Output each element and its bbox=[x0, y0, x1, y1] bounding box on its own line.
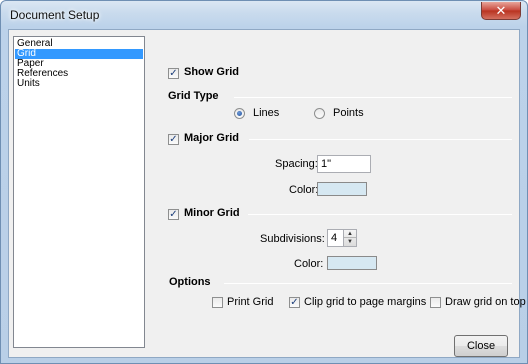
document-setup-dialog: Document Setup ✕ General Grid Paper Refe… bbox=[0, 0, 528, 364]
category-units[interactable]: Units bbox=[15, 79, 143, 89]
lines-radio[interactable] bbox=[234, 108, 245, 119]
spin-up-icon[interactable]: ▲ bbox=[344, 230, 356, 238]
grid-type-divider bbox=[234, 97, 512, 98]
lines-radio-label: Lines bbox=[253, 107, 280, 119]
points-radio-label: Points bbox=[333, 107, 364, 119]
window-title: Document Setup bbox=[10, 8, 100, 22]
minor-color-swatch[interactable] bbox=[327, 256, 377, 270]
window-close-icon[interactable]: ✕ bbox=[481, 2, 521, 20]
show-grid-checkbox[interactable]: ✓ bbox=[168, 68, 179, 79]
options-divider bbox=[224, 283, 512, 284]
title-bar[interactable]: Document Setup ✕ bbox=[1, 1, 527, 29]
grid-type-heading: Grid Type bbox=[168, 90, 219, 102]
minor-grid-checkbox[interactable]: ✓ bbox=[168, 209, 179, 220]
subdivisions-label: Subdivisions: bbox=[260, 233, 325, 245]
print-grid-label: Print Grid bbox=[227, 296, 274, 308]
major-grid-divider bbox=[249, 139, 512, 140]
minor-color-label: Color: bbox=[294, 258, 324, 270]
major-grid-checkbox[interactable]: ✓ bbox=[168, 134, 179, 145]
spacing-input[interactable]: 1" bbox=[317, 155, 371, 173]
minor-grid-divider bbox=[248, 214, 512, 215]
minor-grid-label: Minor Grid bbox=[184, 207, 240, 219]
points-radio[interactable] bbox=[314, 108, 325, 119]
spin-down-icon[interactable]: ▼ bbox=[344, 238, 356, 246]
major-color-label: Color: bbox=[289, 184, 319, 196]
major-grid-label: Major Grid bbox=[184, 132, 240, 144]
close-button[interactable]: Close bbox=[454, 335, 508, 357]
options-heading: Options bbox=[169, 276, 211, 288]
subdivisions-stepper[interactable]: ▲ ▼ bbox=[343, 229, 357, 247]
clip-grid-checkbox[interactable]: ✓ bbox=[289, 297, 300, 308]
settings-category-list[interactable]: General Grid Paper References Units bbox=[13, 36, 145, 348]
clip-grid-label: Clip grid to page margins bbox=[304, 296, 427, 308]
spacing-label: Spacing: bbox=[275, 158, 318, 170]
major-color-swatch[interactable] bbox=[317, 182, 367, 196]
subdivisions-input[interactable]: 4 bbox=[327, 229, 344, 247]
dialog-body: General Grid Paper References Units ✓ Sh… bbox=[8, 29, 526, 358]
show-grid-label: Show Grid bbox=[184, 66, 239, 78]
print-grid-checkbox[interactable] bbox=[212, 297, 223, 308]
draw-on-top-label: Draw grid on top bbox=[445, 296, 526, 308]
draw-on-top-checkbox[interactable] bbox=[430, 297, 441, 308]
